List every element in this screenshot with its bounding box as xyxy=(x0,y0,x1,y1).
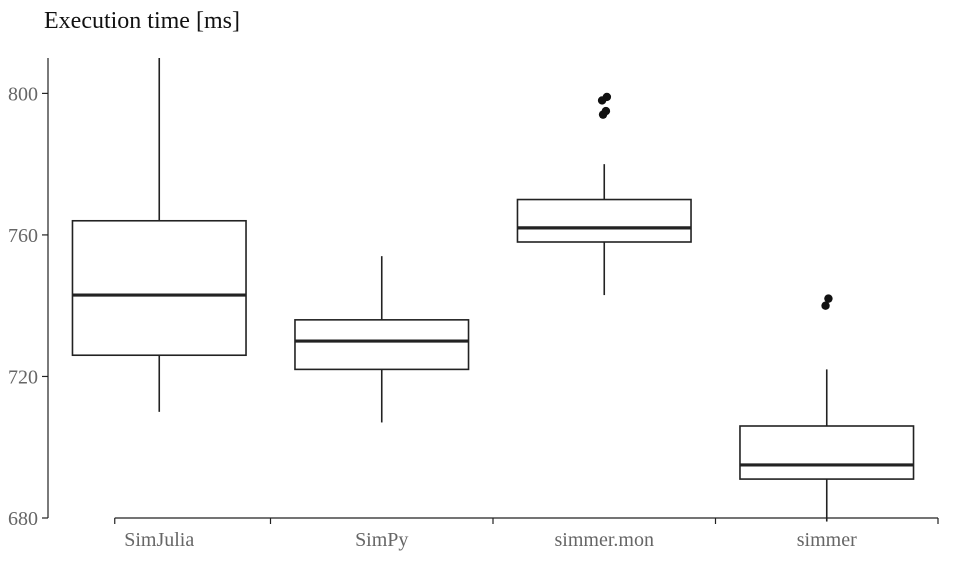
y-tick-label: 800 xyxy=(8,83,38,105)
box-simmer xyxy=(740,426,914,479)
chart-title: Execution time [ms] xyxy=(44,8,240,35)
boxplot-chart: Execution time [ms] 680 720 760 800 SimJulia… xyxy=(0,0,960,576)
x-tick-label: simmer xyxy=(797,529,857,551)
x-tick-label: SimJulia xyxy=(124,529,194,551)
plot-area: 680 720 760 800 SimJulia SimPy simmer.mon simme… xyxy=(0,0,960,576)
y-tick-label: 720 xyxy=(8,366,38,388)
y-tick-label: 680 xyxy=(8,508,38,530)
outlier xyxy=(602,107,610,115)
x-tick-label: simmer.mon xyxy=(555,529,654,551)
y-tick-label: 760 xyxy=(8,225,38,247)
box-simmer.mon xyxy=(517,200,691,242)
box-SimPy xyxy=(295,320,469,370)
box-SimJulia xyxy=(72,221,246,355)
outlier xyxy=(824,294,832,302)
outlier xyxy=(603,93,611,101)
x-tick-label: SimPy xyxy=(355,529,408,551)
